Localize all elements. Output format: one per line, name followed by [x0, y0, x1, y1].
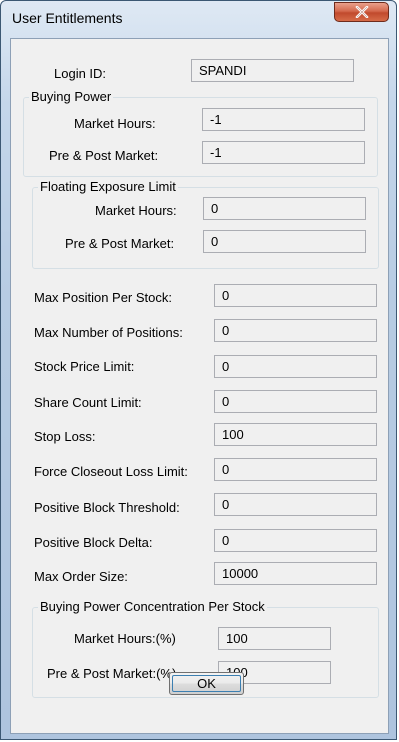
max-order-size-label: Max Order Size: [34, 569, 128, 584]
floating-exposure-group-title: Floating Exposure Limit [38, 179, 178, 195]
buying-power-pre-post-label: Pre & Post Market: [49, 148, 159, 163]
positive-block-threshold-field[interactable]: 0 [214, 493, 377, 516]
dialog-window: User Entitlements Login ID: SPANDI Buyin… [0, 0, 397, 740]
force-closeout-loss-limit-label: Force Closeout Loss Limit: [34, 464, 188, 479]
floating-exposure-market-hours-field[interactable]: 0 [203, 197, 366, 220]
close-icon [355, 6, 369, 18]
positive-block-threshold-label: Positive Block Threshold: [34, 500, 180, 515]
login-id-label: Login ID: [54, 66, 107, 81]
login-id-field[interactable]: SPANDI [191, 59, 354, 82]
max-number-of-positions-field[interactable]: 0 [214, 319, 377, 342]
stop-loss-field[interactable]: 100 [214, 423, 377, 446]
concentration-group-title: Buying Power Concentration Per Stock [38, 599, 267, 615]
stop-loss-label: Stop Loss: [34, 429, 96, 444]
max-order-size-field[interactable]: 10000 [214, 562, 377, 585]
floating-exposure-pre-post-field[interactable]: 0 [203, 230, 366, 253]
share-count-limit-field[interactable]: 0 [214, 390, 377, 413]
positive-block-delta-label: Positive Block Delta: [34, 535, 153, 550]
dialog-body: Login ID: SPANDI Buying Power Market Hou… [10, 38, 389, 734]
stock-price-limit-field[interactable]: 0 [214, 355, 377, 378]
stock-price-limit-label: Stock Price Limit: [34, 359, 135, 374]
ok-button[interactable]: OK [169, 672, 244, 695]
force-closeout-loss-limit-field[interactable]: 0 [214, 458, 377, 481]
max-position-per-stock-field[interactable]: 0 [214, 284, 377, 307]
window-title: User Entitlements [12, 10, 123, 26]
share-count-limit-label: Share Count Limit: [34, 395, 142, 410]
focus-rectangle [172, 675, 241, 692]
close-button[interactable] [334, 2, 389, 22]
positive-block-delta-field[interactable]: 0 [214, 529, 377, 552]
buying-power-market-hours-field[interactable]: -1 [202, 108, 365, 131]
buying-power-market-hours-label: Market Hours: [74, 116, 156, 131]
floating-exposure-pre-post-label: Pre & Post Market: [65, 236, 175, 251]
concentration-market-hours-field[interactable]: 100 [218, 627, 331, 650]
max-number-of-positions-label: Max Number of Positions: [34, 325, 183, 340]
title-bar[interactable]: User Entitlements [1, 1, 396, 31]
max-position-per-stock-label: Max Position Per Stock: [34, 290, 172, 305]
floating-exposure-market-hours-label: Market Hours: [95, 203, 177, 218]
concentration-pre-post-label: Pre & Post Market:(%) [47, 666, 177, 681]
concentration-market-hours-label: Market Hours:(%) [74, 631, 176, 646]
buying-power-group-title: Buying Power [29, 89, 114, 105]
buying-power-pre-post-field[interactable]: -1 [202, 141, 365, 164]
